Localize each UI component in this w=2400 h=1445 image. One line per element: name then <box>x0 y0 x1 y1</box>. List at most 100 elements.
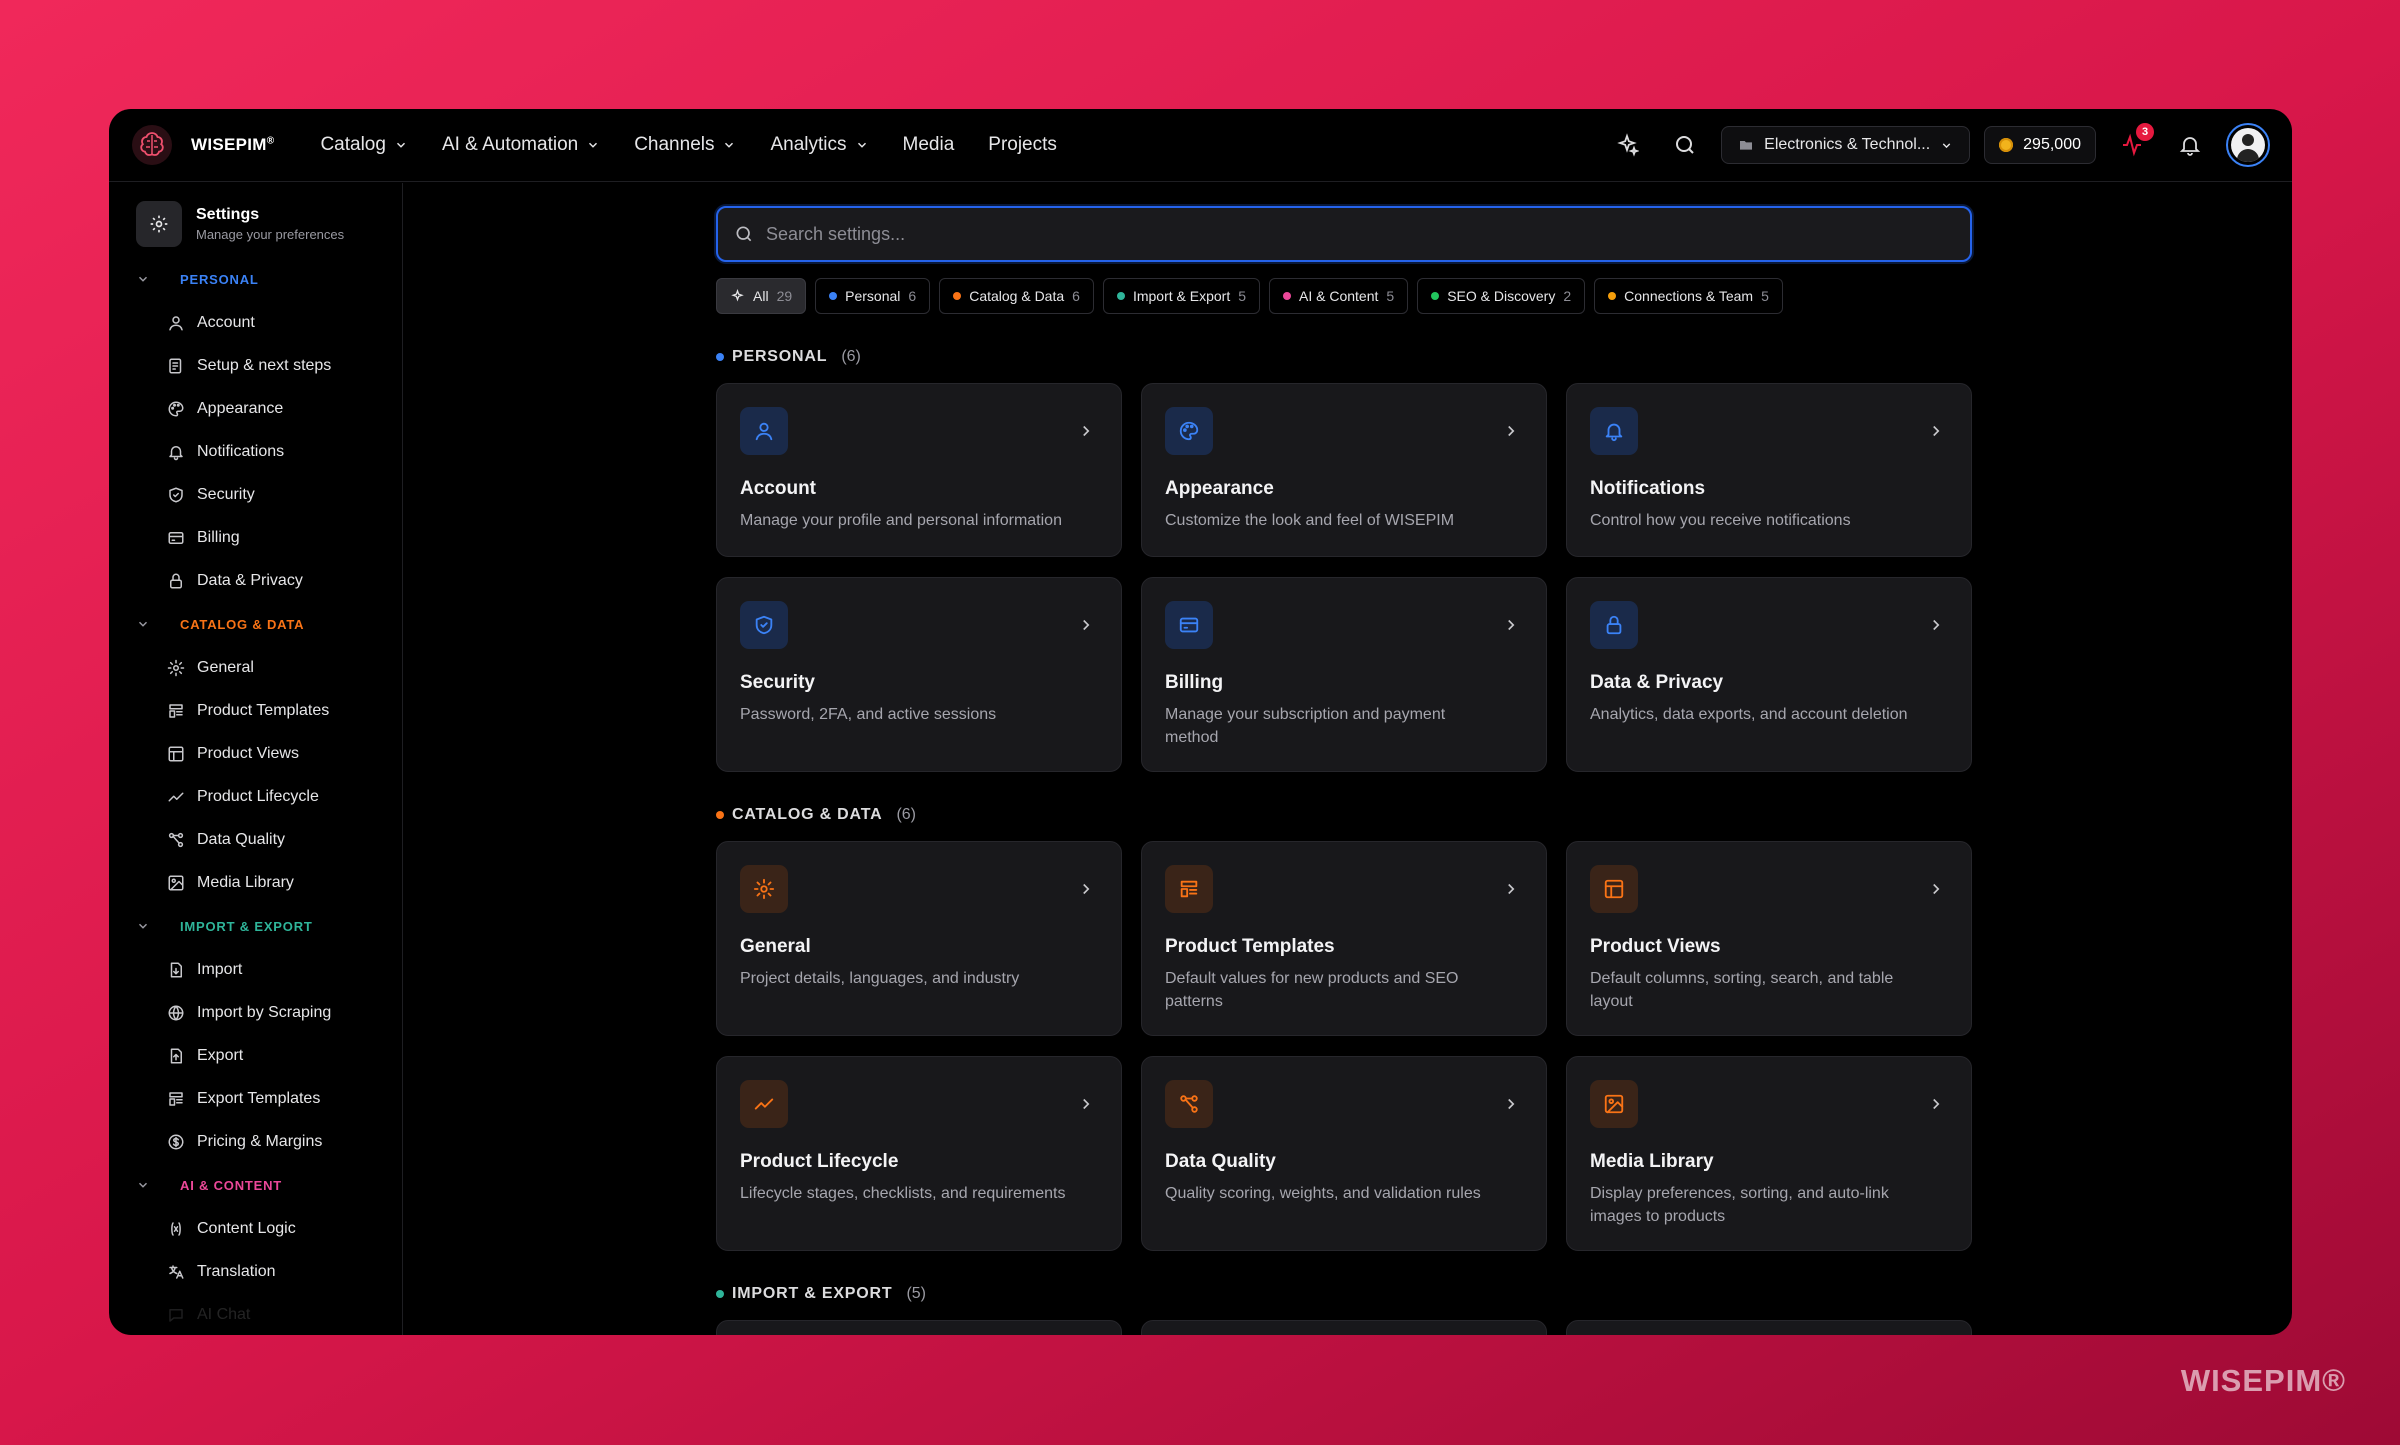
card-icon-box <box>1165 865 1213 913</box>
chevron-right-icon <box>1083 425 1090 437</box>
main-content: All29Personal6Catalog & Data6Import & Ex… <box>404 183 2292 1335</box>
sidebar-item-appearance[interactable]: Appearance <box>109 387 402 430</box>
nav-ai-automation[interactable]: AI & Automation <box>428 126 614 164</box>
sidebar-item-pricing-and-margins[interactable]: Pricing & Margins <box>109 1120 402 1163</box>
lock-icon <box>1606 615 1622 635</box>
credit-card-icon <box>168 531 184 544</box>
sidebar-item-translation[interactable]: Translation <box>109 1250 402 1293</box>
template-icon <box>169 1091 183 1106</box>
filter-chip-all[interactable]: All 29 <box>716 278 807 314</box>
card-title: Notifications <box>1590 478 1706 499</box>
card-icon-box <box>740 407 788 455</box>
sidebar-item-product-templates[interactable]: Product Templates <box>109 689 402 732</box>
section-header-personal: PERSONAL (6) <box>716 348 1972 366</box>
logo[interactable]: WISEPIM® <box>131 124 274 166</box>
settings-card-billing[interactable]: Billing Manage your subscription and paym… <box>1141 577 1547 772</box>
card-icon-box <box>1165 601 1213 649</box>
search-input[interactable] <box>766 223 1954 245</box>
topbar-actions: Electronics & Technol... 295,000 3 <box>1605 123 2270 167</box>
sidebar-item-ai-chat[interactable]: AI Chat <box>109 1293 402 1335</box>
chevron-right-icon <box>1508 425 1515 437</box>
card-title: General <box>740 936 811 957</box>
sidebar-item-product-views[interactable]: Product Views <box>109 732 402 775</box>
settings-card-security[interactable]: Security Password, 2FA, and active sessio… <box>716 577 1122 772</box>
watermark: WISEPIM® <box>2180 1363 2346 1398</box>
nav-projects[interactable]: Projects <box>974 126 1071 164</box>
ai-sparkles-button[interactable] <box>1605 123 1649 167</box>
nav-catalog[interactable]: Catalog <box>306 126 422 164</box>
settings-search[interactable] <box>716 206 1972 262</box>
image-icon <box>1604 1094 1624 1114</box>
sidebar-item-import[interactable]: Import <box>109 948 402 991</box>
sidebar-item-import-by-scraping[interactable]: Import by Scraping <box>109 991 402 1034</box>
user-avatar[interactable] <box>2226 123 2270 167</box>
filter-chip-ai-and-content[interactable]: AI & Content 5 <box>1269 278 1409 314</box>
sidebar-group-ai-and-content[interactable]: AI & CONTENT <box>109 1163 402 1207</box>
settings-sidebar: Settings Manage your preferences PERSONA… <box>109 183 403 1335</box>
filter-chip-personal[interactable]: Personal 6 <box>815 278 931 314</box>
chevron-down-icon <box>138 923 148 929</box>
nav-channels[interactable]: Channels <box>620 126 750 164</box>
filter-chip-import-and-export[interactable]: Import & Export 5 <box>1102 278 1261 314</box>
sidebar-item-content-logic[interactable]: Content Logic <box>109 1207 402 1250</box>
filter-chip-connections-and-team[interactable]: Connections & Team 5 <box>1594 278 1783 314</box>
settings-card-notifications[interactable]: Notifications Control how you receive not… <box>1566 383 1972 557</box>
notifications-button[interactable] <box>2168 123 2212 167</box>
chip-dot <box>1431 292 1440 300</box>
table-icon <box>1604 879 1624 899</box>
sidebar-item-notifications[interactable]: Notifications <box>109 430 402 473</box>
sidebar-item-setup-and-next-steps[interactable]: Setup & next steps <box>109 344 402 387</box>
project-selector[interactable]: Electronics & Technol... <box>1721 126 1971 164</box>
sidebar-group-personal[interactable]: PERSONAL <box>109 257 402 301</box>
filter-chip-catalog-and-data[interactable]: Catalog & Data 6 <box>939 278 1094 314</box>
project-name: Electronics & Technol... <box>1764 136 1931 153</box>
card-icon-box <box>1590 865 1638 913</box>
user-icon <box>169 315 183 330</box>
sidebar-item-data-and-privacy[interactable]: Data & Privacy <box>109 559 402 602</box>
card-icon-box <box>1590 1080 1638 1128</box>
sidebar-item-general[interactable]: General <box>109 646 402 689</box>
credits-balance[interactable]: 295,000 <box>1984 126 2096 164</box>
card-icon-box <box>740 601 788 649</box>
avatar-image <box>2231 128 2265 162</box>
chevron-down-icon <box>857 142 866 148</box>
sidebar-item-data-quality[interactable]: Data Quality <box>109 818 402 861</box>
search-button[interactable] <box>1663 123 1707 167</box>
nav-media[interactable]: Media <box>889 126 969 164</box>
sidebar-group-import-and-export[interactable]: IMPORT & EXPORT <box>109 904 402 948</box>
settings-card[interactable] <box>1141 1320 1547 1335</box>
settings-card-product-templates[interactable]: Product Templates Default values for new … <box>1141 841 1547 1036</box>
settings-card-account[interactable]: Account Manage your profile and personal … <box>716 383 1122 557</box>
settings-card[interactable] <box>716 1320 1122 1335</box>
shield-icon <box>755 615 773 635</box>
user-icon <box>755 422 773 441</box>
sidebar-item-export[interactable]: Export <box>109 1034 402 1077</box>
chevron-down-icon <box>396 142 405 148</box>
sidebar-item-product-lifecycle[interactable]: Product Lifecycle <box>109 775 402 818</box>
settings-card-media-library[interactable]: Media Library Display preferences, sortin… <box>1566 1056 1972 1251</box>
sidebar-item-export-templates[interactable]: Export Templates <box>109 1077 402 1120</box>
sidebar-item-account[interactable]: Account <box>109 301 402 344</box>
dollar-icon <box>168 1134 184 1149</box>
activity-button[interactable]: 3 <box>2110 123 2154 167</box>
settings-card[interactable] <box>1566 1320 1972 1335</box>
chevron-down-icon <box>138 621 148 627</box>
sidebar-item-media-library[interactable]: Media Library <box>109 861 402 904</box>
sidebar-item-security[interactable]: Security <box>109 473 402 516</box>
brain-logo-icon <box>132 125 172 165</box>
filter-chip-seo-and-discovery[interactable]: SEO & Discovery 2 <box>1417 278 1586 314</box>
settings-card-appearance[interactable]: Appearance Customize the look and feel of… <box>1141 383 1547 557</box>
chevron-right-icon <box>1933 425 1940 437</box>
sidebar-item-billing[interactable]: Billing <box>109 516 402 559</box>
sidebar-group-catalog-and-data[interactable]: CATALOG & DATA <box>109 602 402 646</box>
nav-analytics[interactable]: Analytics <box>756 126 882 164</box>
settings-card-product-views[interactable]: Product Views Default columns, sorting, s… <box>1566 841 1972 1036</box>
settings-card-general[interactable]: General Project details, languages, and i… <box>716 841 1122 1036</box>
settings-card-product-lifecycle[interactable]: Product Lifecycle Lifecycle stages, check… <box>716 1056 1122 1251</box>
credit-card-icon <box>1179 617 1199 633</box>
card-title: Product Lifecycle <box>740 1151 899 1172</box>
settings-card-data-quality[interactable]: Data Quality Quality scoring, weights, an… <box>1141 1056 1547 1251</box>
card-description: Customize the look and feel of WISEPIM <box>1165 512 1455 529</box>
image-icon <box>168 875 184 890</box>
settings-card-data-and-privacy[interactable]: Data & Privacy Analytics, data exports, a… <box>1566 577 1972 772</box>
